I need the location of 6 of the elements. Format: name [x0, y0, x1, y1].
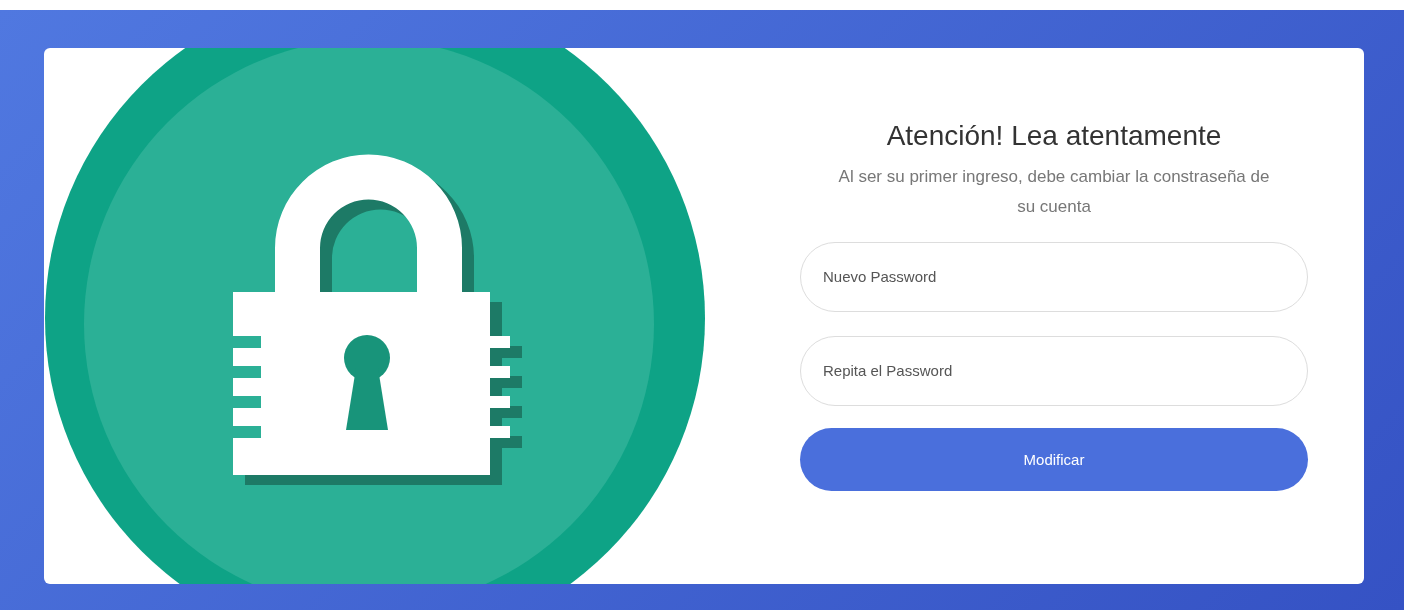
heading: Atención! Lea atentamente — [886, 120, 1222, 152]
password-field[interactable]: Repita el Password — [800, 335, 1308, 406]
password-field[interactable]: Nuevo Password — [800, 241, 1308, 312]
padlock-icon — [233, 154, 522, 485]
message-text: Al ser su primer ingreso, debe cambiar la constraseña de su cuenta — [837, 166, 1271, 218]
submit-button[interactable]: Modificar — [800, 427, 1308, 491]
